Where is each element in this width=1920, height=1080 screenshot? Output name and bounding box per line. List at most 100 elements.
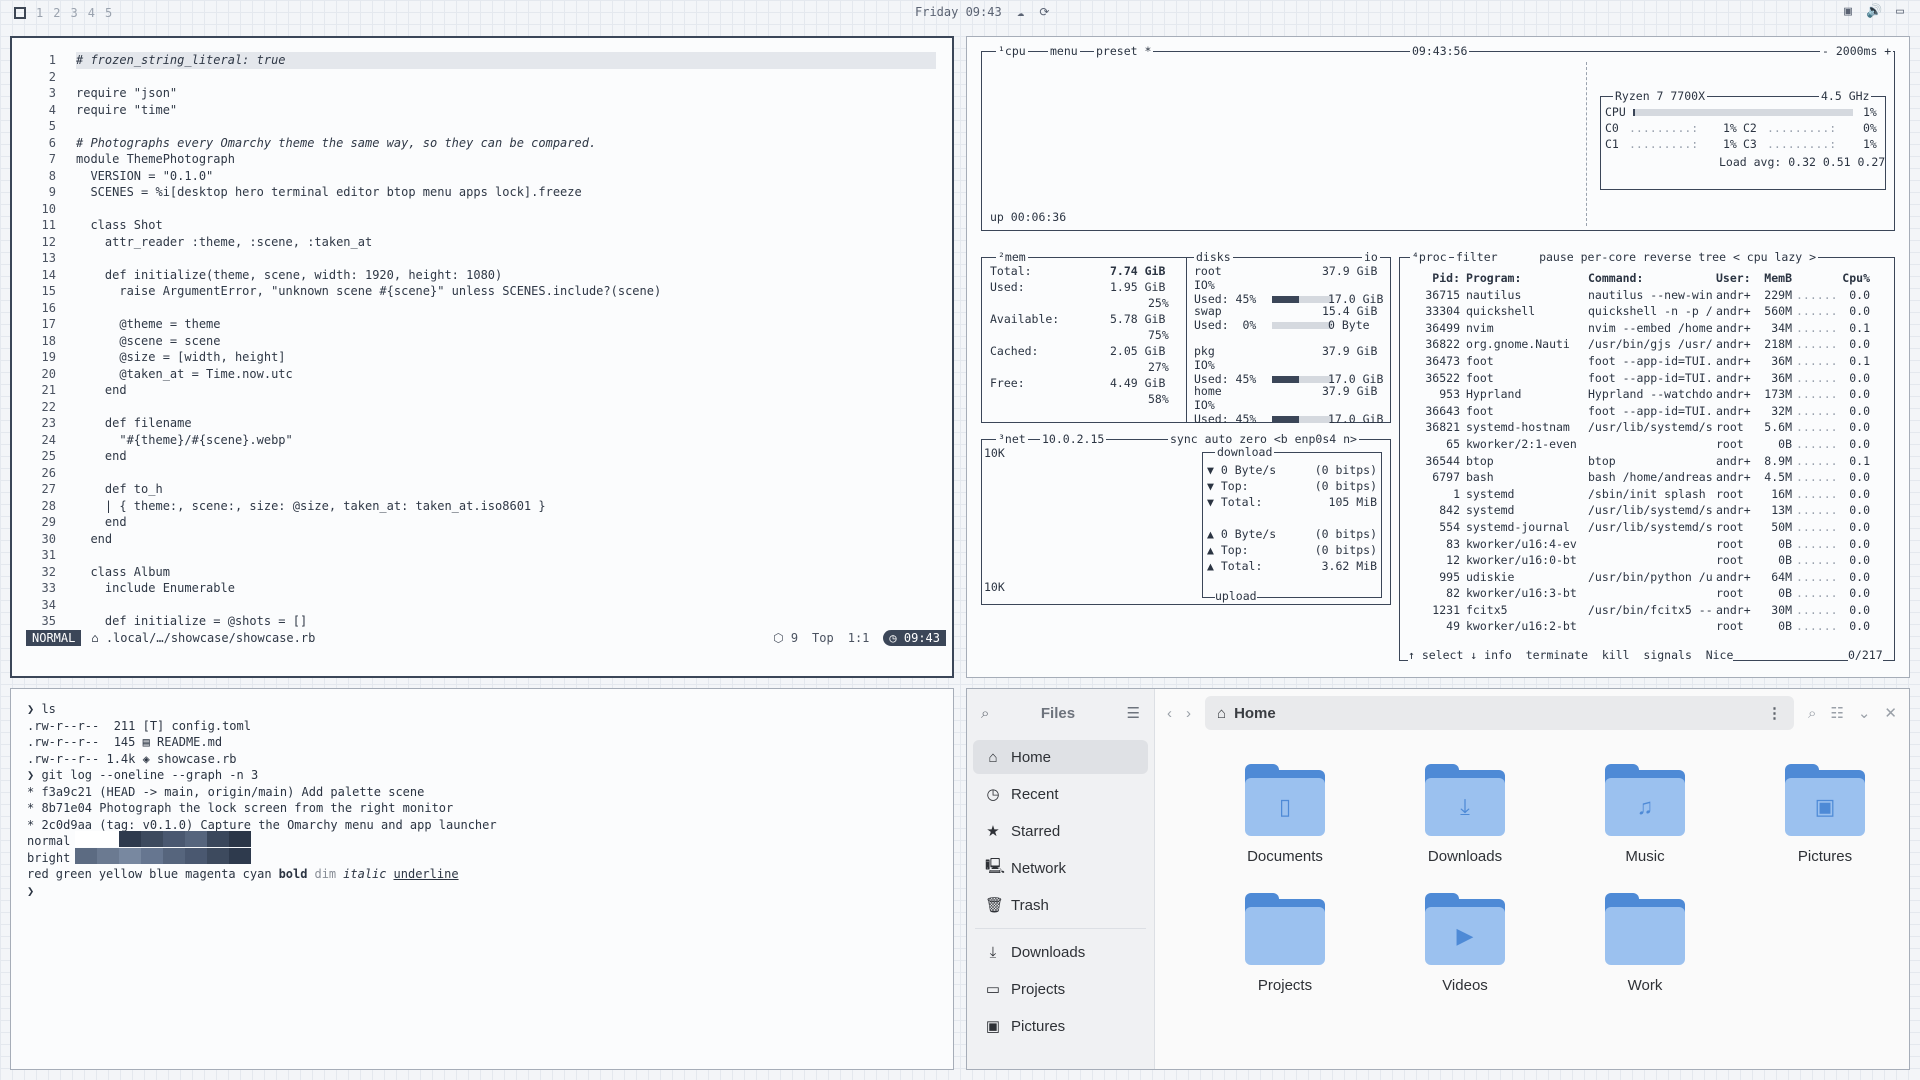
clock[interactable]: Friday 09:43 ☁ ⟳ <box>915 5 1049 19</box>
search-icon[interactable]: ⌕ <box>981 705 989 722</box>
editor-line[interactable]: 19 @size = [width, height] <box>12 349 952 366</box>
line-code[interactable]: VERSION = "0.1.0" <box>76 168 213 185</box>
process-row[interactable]: 995 udiskie/usr/bin/python /u andr+ 64M....… <box>1414 569 1870 586</box>
editor-line[interactable]: 24 "#{theme}/#{scene}.webp" <box>12 432 952 449</box>
editor-line[interactable]: 34 <box>12 597 952 614</box>
editor-window[interactable]: 1 # frozen_string_literal: true 2 3 require … <box>10 36 954 678</box>
workspace-4[interactable]: 4 <box>88 6 95 20</box>
line-code[interactable]: def initialize = @shots = [] <box>76 613 307 630</box>
sidebar-item-recent[interactable]: ◷ Recent <box>973 777 1148 811</box>
line-code[interactable]: module ThemePhotograph <box>76 151 235 168</box>
process-column-header[interactable]: MemB <box>1758 270 1796 287</box>
editor-line[interactable]: 15 raise ArgumentError, "unknown scene #… <box>12 283 952 300</box>
editor-line[interactable]: 16 <box>12 300 952 317</box>
files-window[interactable]: ⌕ Files ☰ ⌂ Home ◷ Recent ★ Starred 🖳 Network 🗑 T… <box>966 688 1910 1070</box>
sidebar-item-projects[interactable]: ▭ Projects <box>973 972 1148 1006</box>
cpu-interval[interactable]: - 2000ms + <box>1820 44 1894 58</box>
line-code[interactable]: def initialize(theme, scene, width: 1920… <box>76 267 502 284</box>
process-row[interactable]: 33304 quickshell quickshell -n -p / andr+ 56… <box>1414 303 1870 320</box>
refresh-icon[interactable]: ⟳ <box>1039 5 1049 19</box>
editor-line[interactable]: 28 | { theme:, scene:, size: @size, take… <box>12 498 952 515</box>
sidebar-item-downloads[interactable]: ⤓ Downloads <box>973 935 1148 969</box>
line-code[interactable]: @size = [width, height] <box>76 349 285 366</box>
process-column-header[interactable]: Pid: <box>1414 270 1466 287</box>
editor-line[interactable]: 1 # frozen_string_literal: true <box>12 52 952 69</box>
process-row[interactable]: 12 kworker/u16:0-bt root 0B....... 0.0 <box>1414 552 1870 569</box>
process-row[interactable]: 6797 bash bash /home/andreas andr+ 4.5M.....… <box>1414 469 1870 486</box>
line-code[interactable]: class Shot <box>76 217 162 234</box>
workspace-1[interactable]: 1 <box>36 6 43 20</box>
sidebar-item-network[interactable]: 🖳 Network <box>973 851 1148 885</box>
cpu-preset[interactable]: preset * <box>1094 44 1154 58</box>
editor-line[interactable]: 35 def initialize = @shots = [] <box>12 613 952 630</box>
menu-icon[interactable]: ☰ <box>1127 704 1140 722</box>
cpu-menu[interactable]: menu <box>1048 44 1080 58</box>
process-column-header[interactable] <box>1796 270 1840 287</box>
line-code[interactable]: # frozen_string_literal: true <box>76 52 936 69</box>
process-column-header[interactable]: Cpu% <box>1840 270 1870 287</box>
net-title[interactable]: ³net <box>996 432 1028 446</box>
editor-line[interactable]: 21 end <box>12 382 952 399</box>
process-row[interactable]: 65 kworker/2:1-even root 0B....... 0.0 <box>1414 436 1870 453</box>
editor-line[interactable]: 11 class Shot <box>12 217 952 234</box>
editor-buffer[interactable]: 1 # frozen_string_literal: true 2 3 require … <box>12 52 952 630</box>
folder-downloads[interactable]: ⤓ Downloads <box>1375 764 1555 865</box>
folder-work[interactable]: Work <box>1555 893 1735 994</box>
close-icon[interactable]: ✕ <box>1884 704 1897 722</box>
cloud-icon[interactable]: ☁ <box>1017 5 1024 19</box>
btop-window[interactable]: ¹cpu menu preset * 09:43:56 - 2000ms + u… <box>966 36 1910 678</box>
editor-line[interactable]: 4 require "time" <box>12 102 952 119</box>
disks-title[interactable]: disks <box>1194 250 1233 264</box>
workspace-3[interactable]: 3 <box>70 6 77 20</box>
process-column-header[interactable]: Command: <box>1588 270 1716 287</box>
process-table[interactable]: Pid: Program: Command: User: MemB Cpu% 36715 na… <box>1414 270 1870 635</box>
list-view-icon[interactable]: ☷ <box>1830 704 1843 722</box>
process-row[interactable]: 1 systemd/sbin/init splash root 16M....... 0… <box>1414 486 1870 503</box>
process-row[interactable]: 36544 btop btop andr+ 8.9M....... 0.1 <box>1414 453 1870 470</box>
process-row[interactable]: 842 systemd/usr/lib/systemd/s andr+ 13M....… <box>1414 502 1870 519</box>
back-icon[interactable]: ‹ <box>1167 705 1172 722</box>
net-options[interactable]: sync auto zero <b enp0s4 n> <box>1168 432 1359 446</box>
process-row[interactable]: 36522 foot foot --app-id=TUI. andr+ 36M.....… <box>1414 370 1870 387</box>
process-row[interactable]: 554 systemd-journal/usr/lib/systemd/s root… <box>1414 519 1870 536</box>
line-code[interactable]: attr_reader :theme, :scene, :taken_at <box>76 234 372 251</box>
folder-pictures[interactable]: ▣ Pictures <box>1735 764 1909 865</box>
editor-line[interactable]: 17 @theme = theme <box>12 316 952 333</box>
line-code[interactable]: @theme = theme <box>76 316 220 333</box>
line-code[interactable]: @scene = scene <box>76 333 220 350</box>
process-row[interactable]: 953 Hyprland Hyprland --watchdo andr+ 173M..… <box>1414 386 1870 403</box>
view-options-chevron-down-icon[interactable]: ⌄ <box>1858 704 1871 722</box>
workspace-2[interactable]: 2 <box>53 6 60 20</box>
editor-line[interactable]: 7 module ThemePhotograph <box>12 151 952 168</box>
process-column-header[interactable]: Program: <box>1466 270 1588 287</box>
process-row[interactable]: 82 kworker/u16:3-bt root 0B....... 0.0 <box>1414 585 1870 602</box>
editor-line[interactable]: 26 <box>12 465 952 482</box>
process-row[interactable]: 36643 foot foot --app-id=TUI. andr+ 32M.....… <box>1414 403 1870 420</box>
process-row[interactable]: 36473 foot foot --app-id=TUI. andr+ 36M.....… <box>1414 353 1870 370</box>
clock-text[interactable]: Friday 09:43 <box>915 5 1002 19</box>
line-code[interactable]: require "time" <box>76 102 177 119</box>
search-folder-icon[interactable]: ⌕ <box>1808 705 1816 722</box>
editor-line[interactable]: 22 <box>12 399 952 416</box>
folder-music[interactable]: ♫ Music <box>1555 764 1735 865</box>
volume-icon[interactable]: 🔊 <box>1866 4 1882 19</box>
process-row[interactable]: 83 kworker/u16:4-ev root 0B....... 0.0 <box>1414 536 1870 553</box>
proc-footer[interactable]: ↑ select ↓ info terminate kill signals N… <box>1408 648 1734 662</box>
editor-line[interactable]: 27 def to_h <box>12 481 952 498</box>
editor-line[interactable]: 9 SCENES = %i[desktop hero terminal edit… <box>12 184 952 201</box>
line-code[interactable]: def to_h <box>76 481 163 498</box>
editor-line[interactable]: 31 <box>12 547 952 564</box>
process-row[interactable]: 1231 fcitx5/usr/bin/fcitx5 -- andr+ 30M....… <box>1414 602 1870 619</box>
editor-line[interactable]: 6 # Photographs every Omarchy theme the s… <box>12 135 952 152</box>
editor-line[interactable]: 12 attr_reader :theme, :scene, :taken_at <box>12 234 952 251</box>
line-code[interactable]: def filename <box>76 415 192 432</box>
line-code[interactable]: require "json" <box>76 85 177 102</box>
sidebar-item-home[interactable]: ⌂ Home <box>973 740 1148 774</box>
editor-line[interactable]: 23 def filename <box>12 415 952 432</box>
editor-line[interactable]: 10 <box>12 201 952 218</box>
line-code[interactable]: raise ArgumentError, "unknown scene #{sc… <box>76 283 661 300</box>
editor-line[interactable]: 2 <box>12 69 952 86</box>
line-code[interactable]: | { theme:, scene:, size: @size, taken_a… <box>76 498 546 515</box>
omarchy-logo-icon[interactable] <box>14 7 26 19</box>
prompt-line[interactable]: ❯ <box>27 883 497 900</box>
